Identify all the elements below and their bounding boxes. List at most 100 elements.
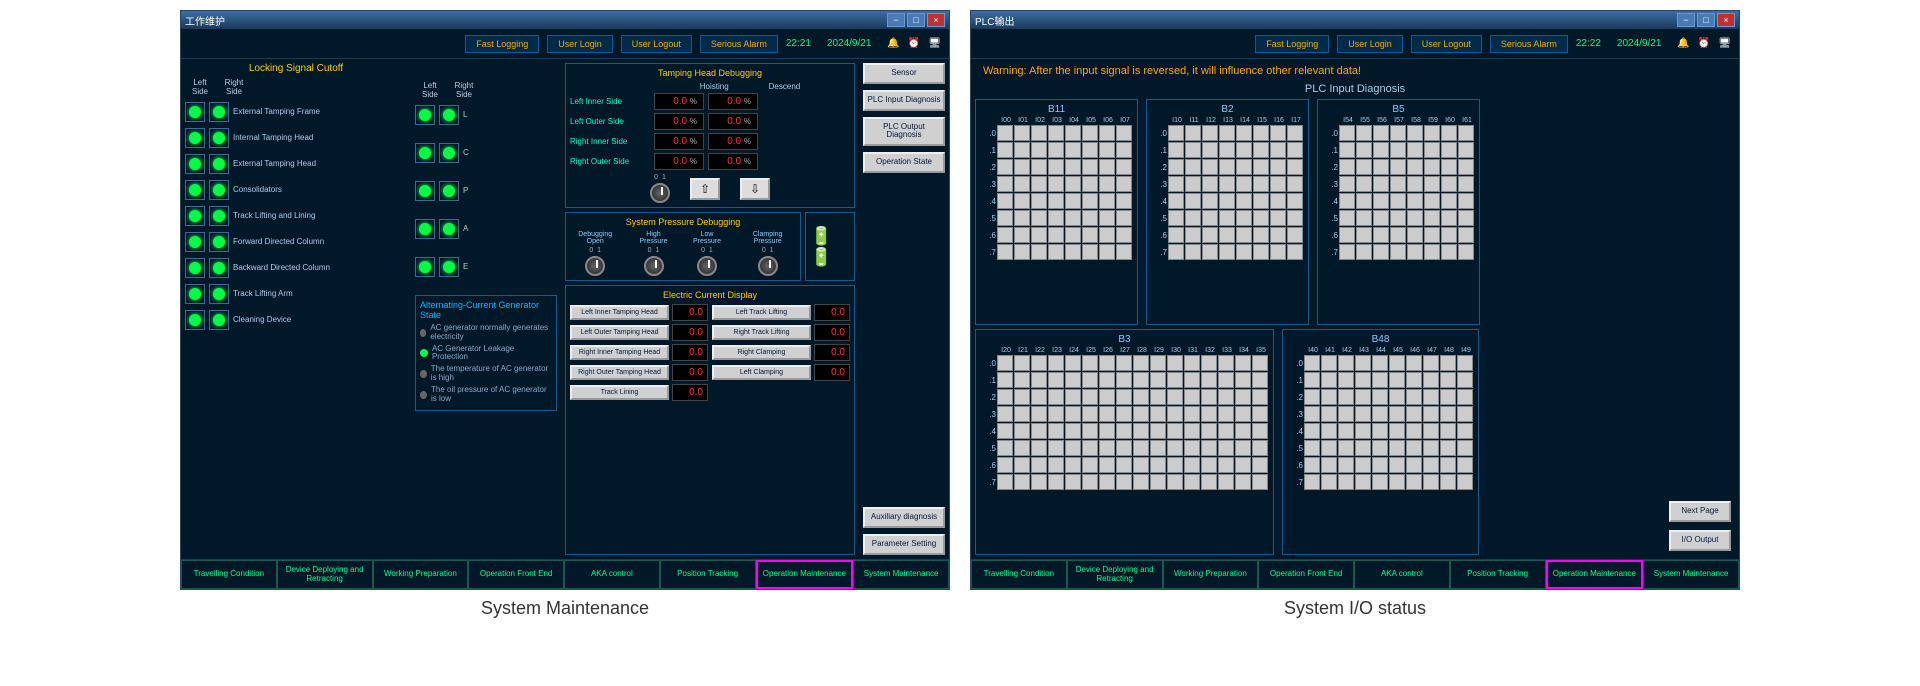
plc-cell[interactable] xyxy=(1201,457,1217,473)
pressure-knob[interactable] xyxy=(644,256,664,276)
plc-cell[interactable] xyxy=(1082,193,1098,209)
plc-cell[interactable] xyxy=(1202,210,1218,226)
plc-cell[interactable] xyxy=(1048,125,1064,141)
signal-right-indicator[interactable] xyxy=(209,284,229,304)
plc-cell[interactable] xyxy=(1031,244,1047,260)
plc-cell[interactable] xyxy=(1185,142,1201,158)
plc-cell[interactable] xyxy=(1184,372,1200,388)
plc-cell[interactable] xyxy=(1287,227,1303,243)
plc-cell[interactable] xyxy=(1356,176,1372,192)
plc-cell[interactable] xyxy=(1236,176,1252,192)
plc-cell[interactable] xyxy=(1236,193,1252,209)
plc-cell[interactable] xyxy=(1065,142,1081,158)
plc-cell[interactable] xyxy=(1065,159,1081,175)
plc-cell[interactable] xyxy=(1253,210,1269,226)
plc-cell[interactable] xyxy=(1116,440,1132,456)
plc-cell[interactable] xyxy=(1031,355,1047,371)
plc-cell[interactable] xyxy=(1099,355,1115,371)
plc-cell[interactable] xyxy=(1406,457,1422,473)
signal-right-indicator[interactable] xyxy=(209,258,229,278)
plc-cell[interactable] xyxy=(1031,193,1047,209)
plc-cell[interactable] xyxy=(1014,125,1030,141)
plc-cell[interactable] xyxy=(1014,355,1030,371)
plc-cell[interactable] xyxy=(1099,440,1115,456)
plc-cell[interactable] xyxy=(1253,159,1269,175)
signal-right-indicator[interactable] xyxy=(439,181,459,201)
plc-cell[interactable] xyxy=(1270,193,1286,209)
plc-cell[interactable] xyxy=(1082,176,1098,192)
plc-cell[interactable] xyxy=(1099,159,1115,175)
signal-left-indicator[interactable] xyxy=(415,105,435,125)
plc-cell[interactable] xyxy=(1457,457,1473,473)
plc-cell[interactable] xyxy=(1150,440,1166,456)
signal-right-indicator[interactable] xyxy=(439,105,459,125)
plc-cell[interactable] xyxy=(1014,372,1030,388)
right-panel-button[interactable]: Sensor xyxy=(863,63,945,84)
plc-cell[interactable] xyxy=(1082,244,1098,260)
plc-cell[interactable] xyxy=(1133,440,1149,456)
plc-cell[interactable] xyxy=(1355,372,1371,388)
plc-cell[interactable] xyxy=(1270,210,1286,226)
plc-cell[interactable] xyxy=(1065,372,1081,388)
plc-cell[interactable] xyxy=(1031,457,1047,473)
plc-cell[interactable] xyxy=(1048,244,1064,260)
electric-item-button[interactable]: Right Track Lifting xyxy=(712,325,811,341)
plc-cell[interactable] xyxy=(1236,244,1252,260)
plc-cell[interactable] xyxy=(1133,423,1149,439)
plc-cell[interactable] xyxy=(1185,159,1201,175)
plc-cell[interactable] xyxy=(1389,440,1405,456)
signal-left-indicator[interactable] xyxy=(185,284,205,304)
plc-cell[interactable] xyxy=(1185,125,1201,141)
plc-cell[interactable] xyxy=(1218,372,1234,388)
plc-cell[interactable] xyxy=(1339,142,1355,158)
plc-cell[interactable] xyxy=(1423,423,1439,439)
plc-cell[interactable] xyxy=(1202,176,1218,192)
plc-cell[interactable] xyxy=(1236,125,1252,141)
plc-cell[interactable] xyxy=(1287,210,1303,226)
plc-cell[interactable] xyxy=(1168,125,1184,141)
plc-cell[interactable] xyxy=(997,227,1013,243)
plc-cell[interactable] xyxy=(1184,423,1200,439)
nav-button[interactable]: AKA control xyxy=(1354,560,1450,589)
plc-cell[interactable] xyxy=(1440,406,1456,422)
signal-right-indicator[interactable] xyxy=(209,102,229,122)
plc-cell[interactable] xyxy=(1235,423,1251,439)
plc-cell[interactable] xyxy=(1338,372,1354,388)
plc-cell[interactable] xyxy=(1082,159,1098,175)
plc-cell[interactable] xyxy=(1270,227,1286,243)
plc-cell[interactable] xyxy=(1168,176,1184,192)
signal-left-indicator[interactable] xyxy=(185,206,205,226)
plc-cell[interactable] xyxy=(1202,193,1218,209)
plc-cell[interactable] xyxy=(1168,142,1184,158)
plc-cell[interactable] xyxy=(1099,142,1115,158)
serious-alarm-button[interactable]: Serious Alarm xyxy=(1490,35,1568,53)
plc-cell[interactable] xyxy=(1389,423,1405,439)
plc-cell[interactable] xyxy=(1065,244,1081,260)
plc-cell[interactable] xyxy=(1235,389,1251,405)
plc-cell[interactable] xyxy=(1389,474,1405,490)
plc-cell[interactable] xyxy=(1031,474,1047,490)
plc-cell[interactable] xyxy=(1014,440,1030,456)
plc-cell[interactable] xyxy=(1065,210,1081,226)
nav-button[interactable]: AKA control xyxy=(564,560,660,589)
signal-left-indicator[interactable] xyxy=(415,181,435,201)
plc-cell[interactable] xyxy=(1202,142,1218,158)
clock-icon[interactable]: ⏰ xyxy=(908,38,920,49)
plc-cell[interactable] xyxy=(1031,142,1047,158)
plc-cell[interactable] xyxy=(1031,406,1047,422)
plc-cell[interactable] xyxy=(1065,406,1081,422)
plc-cell[interactable] xyxy=(1441,176,1457,192)
plc-cell[interactable] xyxy=(1321,440,1337,456)
plc-cell[interactable] xyxy=(1406,406,1422,422)
plc-cell[interactable] xyxy=(1270,125,1286,141)
plc-cell[interactable] xyxy=(1440,423,1456,439)
plc-cell[interactable] xyxy=(1082,440,1098,456)
nav-button[interactable]: Operation Front End xyxy=(1258,560,1354,589)
plc-cell[interactable] xyxy=(1304,474,1320,490)
plc-cell[interactable] xyxy=(1287,159,1303,175)
plc-cell[interactable] xyxy=(1457,389,1473,405)
signal-right-indicator[interactable] xyxy=(209,154,229,174)
plc-cell[interactable] xyxy=(1339,125,1355,141)
clock-icon[interactable]: ⏰ xyxy=(1698,38,1710,49)
plc-cell[interactable] xyxy=(1202,159,1218,175)
